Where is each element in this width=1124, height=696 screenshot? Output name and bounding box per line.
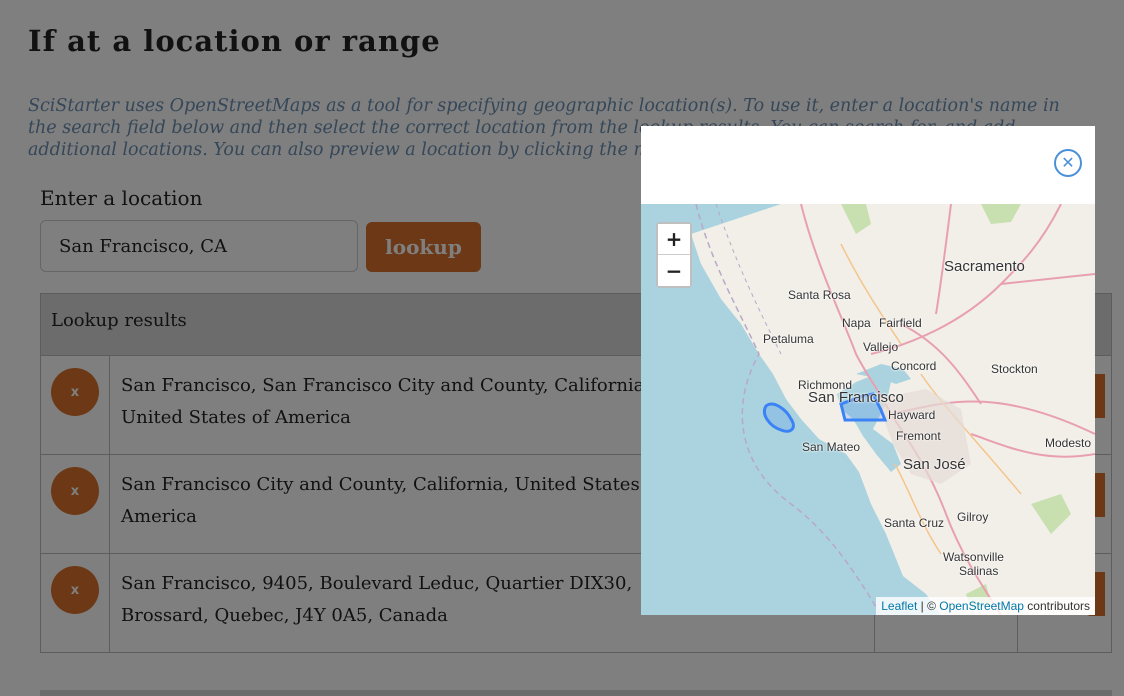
attribution-separator: | © <box>917 599 940 613</box>
map-attribution: Leaflet | © OpenStreetMap contributors <box>876 597 1095 615</box>
leaflet-link[interactable]: Leaflet <box>881 599 917 613</box>
city-label: Vallejo <box>863 340 899 354</box>
city-label: Gilroy <box>957 510 989 524</box>
city-label: Fremont <box>896 429 941 443</box>
city-label: Santa Rosa <box>788 288 851 302</box>
city-label: Modesto <box>1045 436 1092 450</box>
attribution-suffix: contributors <box>1023 599 1090 613</box>
city-label: San Francisco <box>808 389 904 406</box>
zoom-control: + − <box>656 222 692 288</box>
city-label: Stockton <box>991 362 1038 376</box>
city-label: Salinas <box>959 564 999 578</box>
city-label: Concord <box>891 359 937 373</box>
city-label: Napa <box>842 316 871 330</box>
zoom-in-button[interactable]: + <box>658 224 690 255</box>
city-label: Fairfield <box>879 316 922 330</box>
openstreetmap-link[interactable]: OpenStreetMap <box>939 599 1024 613</box>
city-label: San José <box>903 456 966 473</box>
city-label: Watsonville <box>943 550 1004 564</box>
city-label: San Mateo <box>802 440 861 454</box>
city-label: Hayward <box>888 408 936 422</box>
city-label: Petaluma <box>763 332 814 346</box>
map-view[interactable]: Sacramento Santa Rosa Napa Fairfield Pet… <box>641 204 1095 615</box>
city-label: Santa Cruz <box>884 516 945 530</box>
close-icon[interactable]: ✕ <box>1054 149 1082 177</box>
city-label: Sacramento <box>944 258 1025 275</box>
zoom-out-button[interactable]: − <box>658 255 690 286</box>
map-tiles <box>691 204 1095 615</box>
map-preview-modal: ✕ Sacramento Santa Rosa Napa Fairfield P… <box>641 126 1095 615</box>
